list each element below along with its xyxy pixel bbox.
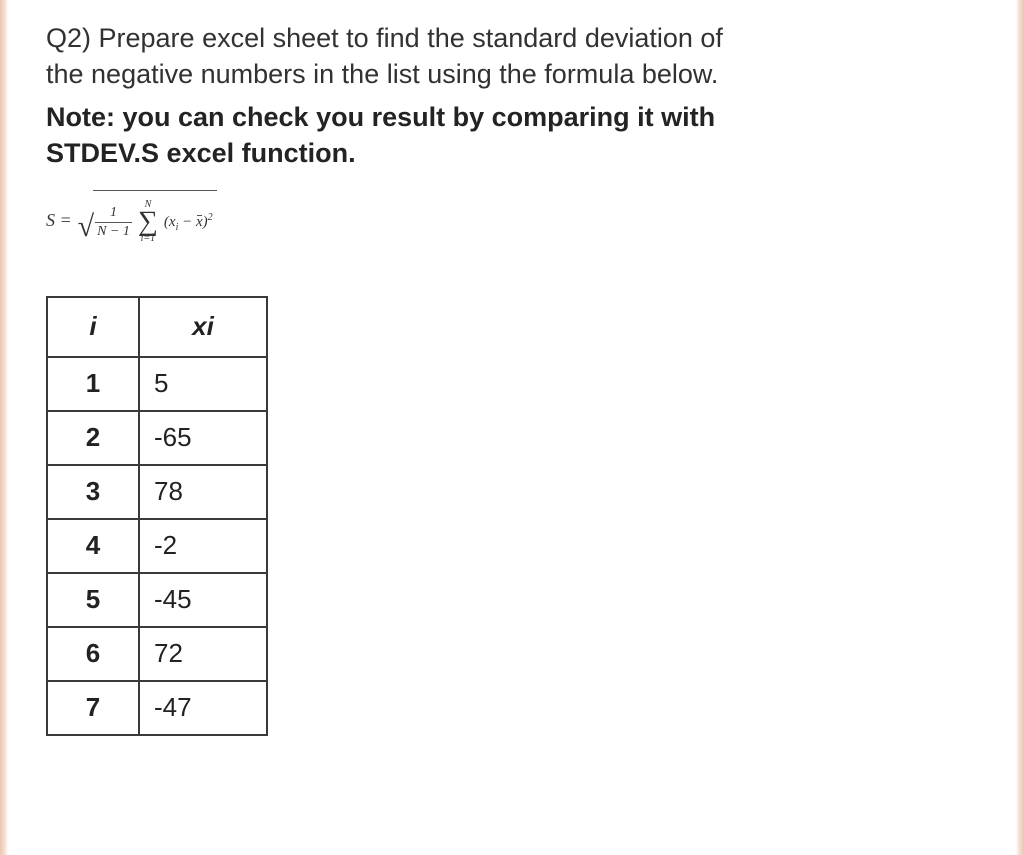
cell-i: 6: [47, 627, 139, 681]
table-header-row: i xi: [47, 297, 267, 357]
squared-exponent: 2: [208, 212, 213, 223]
radicand: 1 N − 1 N ∑ i=1 (xi − x)2: [93, 190, 217, 252]
cell-xi: -45: [139, 573, 267, 627]
question-line-1: Q2) Prepare excel sheet to find the stan…: [46, 23, 723, 53]
note-line-2: STDEV.S excel function.: [46, 138, 356, 168]
cell-xi: -47: [139, 681, 267, 735]
cell-xi: -65: [139, 411, 267, 465]
table-row: 7 -47: [47, 681, 267, 735]
table-row: 2 -65: [47, 411, 267, 465]
question-note: Note: you can check you result by compar…: [46, 99, 978, 172]
summation: N ∑ i=1: [138, 200, 158, 244]
question-prompt: Q2) Prepare excel sheet to find the stan…: [46, 20, 978, 93]
sum-term: (xi − x)2: [164, 212, 213, 233]
radical-icon: √: [78, 196, 94, 258]
fraction-bar: [95, 222, 132, 223]
sigma-lower-bound: i=1: [141, 234, 156, 244]
page: Q2) Prepare excel sheet to find the stan…: [0, 0, 1024, 855]
fraction-numerator: 1: [108, 205, 119, 220]
question-line-2: the negative numbers in the list using t…: [46, 59, 718, 89]
cell-i: 2: [47, 411, 139, 465]
cell-xi: 78: [139, 465, 267, 519]
cell-i: 1: [47, 357, 139, 411]
fraction-one-over-n-minus-1: 1 N − 1: [95, 205, 132, 239]
cell-i: 4: [47, 519, 139, 573]
page-edge-left: [0, 0, 8, 855]
minus: −: [178, 214, 196, 230]
page-edge-right: [1016, 0, 1024, 855]
x-i: xi: [169, 214, 178, 230]
data-table: i xi 1 5 2 -65 3 78 4 -2 5 -45: [46, 296, 268, 736]
note-line-1: Note: you can check you result by compar…: [46, 102, 715, 132]
cell-i: 5: [47, 573, 139, 627]
cell-xi: -2: [139, 519, 267, 573]
table-row: 3 78: [47, 465, 267, 519]
stddev-formula: S = √ 1 N − 1 N ∑ i=1 (xi − x)2: [46, 186, 978, 256]
header-i: i: [47, 297, 139, 357]
cell-i: 3: [47, 465, 139, 519]
x-bar: x: [196, 214, 203, 231]
table-row: 1 5: [47, 357, 267, 411]
header-xi: xi: [139, 297, 267, 357]
cell-i: 7: [47, 681, 139, 735]
square-root: √ 1 N − 1 N ∑ i=1 (xi − x)2: [78, 190, 217, 252]
table-row: 6 72: [47, 627, 267, 681]
table-row: 4 -2: [47, 519, 267, 573]
cell-xi: 5: [139, 357, 267, 411]
sigma-icon: ∑: [138, 210, 158, 234]
fraction-denominator: N − 1: [95, 224, 132, 239]
formula-lhs: S =: [46, 210, 72, 231]
cell-xi: 72: [139, 627, 267, 681]
table-row: 5 -45: [47, 573, 267, 627]
